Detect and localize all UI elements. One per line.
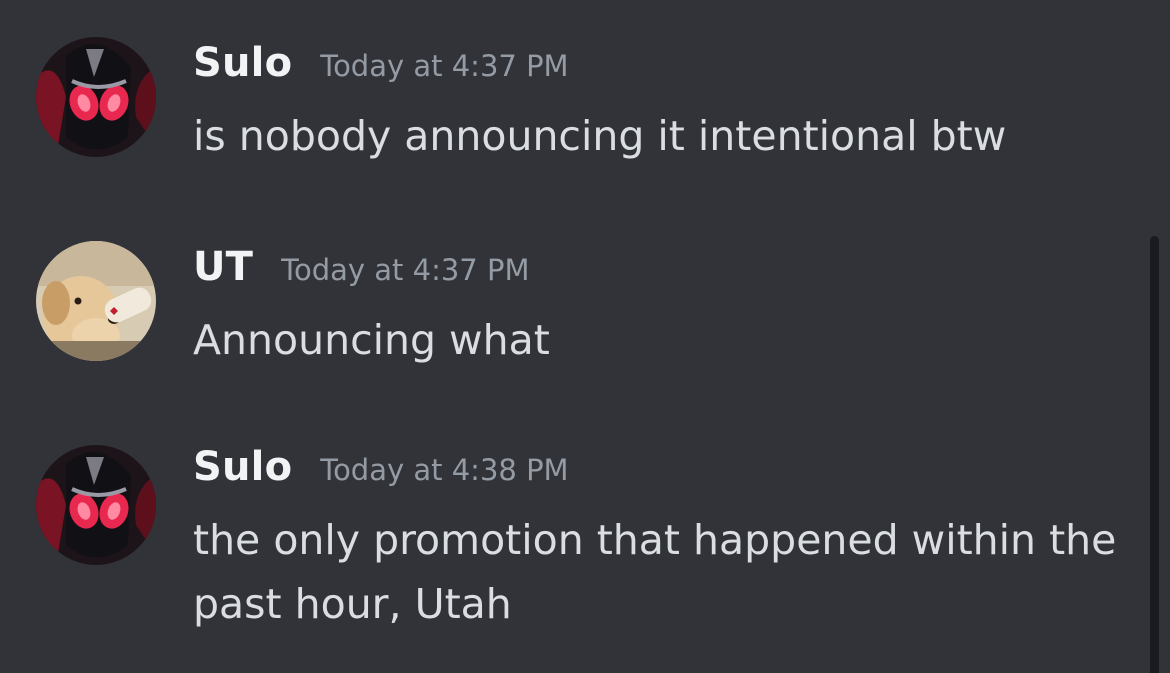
message-content: Sulo Today at 4:38 PM the only promotion… [193, 444, 1140, 636]
avatar[interactable] [36, 445, 156, 565]
username[interactable]: Sulo [193, 40, 292, 86]
message-header: UT Today at 4:37 PM [193, 244, 1140, 300]
username[interactable]: Sulo [193, 444, 292, 490]
message-content: Sulo Today at 4:37 PM is nobody announci… [193, 40, 1140, 168]
dog-photo-avatar-image [36, 241, 156, 361]
message-text: is nobody announcing it intentional btw [193, 112, 1007, 160]
timestamp[interactable]: Today at 4:37 PM [281, 253, 529, 287]
timestamp[interactable]: Today at 4:37 PM [320, 49, 568, 83]
timestamp[interactable]: Today at 4:38 PM [320, 453, 568, 487]
chat-message-list[interactable]: Sulo Today at 4:37 PM is nobody announci… [0, 0, 1170, 673]
avatar[interactable] [36, 241, 156, 361]
scrollbar[interactable] [1150, 236, 1159, 673]
message-header: Sulo Today at 4:37 PM [193, 40, 1140, 96]
avatar[interactable] [36, 37, 156, 157]
hooded-character-avatar-image [36, 37, 156, 157]
message-header: Sulo Today at 4:38 PM [193, 444, 1140, 500]
message-text: the only promotion that happened within … [193, 516, 1117, 628]
message-text: Announcing what [193, 316, 550, 364]
message-content: UT Today at 4:37 PM Announcing what [193, 244, 1140, 372]
username[interactable]: UT [193, 244, 253, 290]
hooded-character-avatar-image [36, 445, 156, 565]
